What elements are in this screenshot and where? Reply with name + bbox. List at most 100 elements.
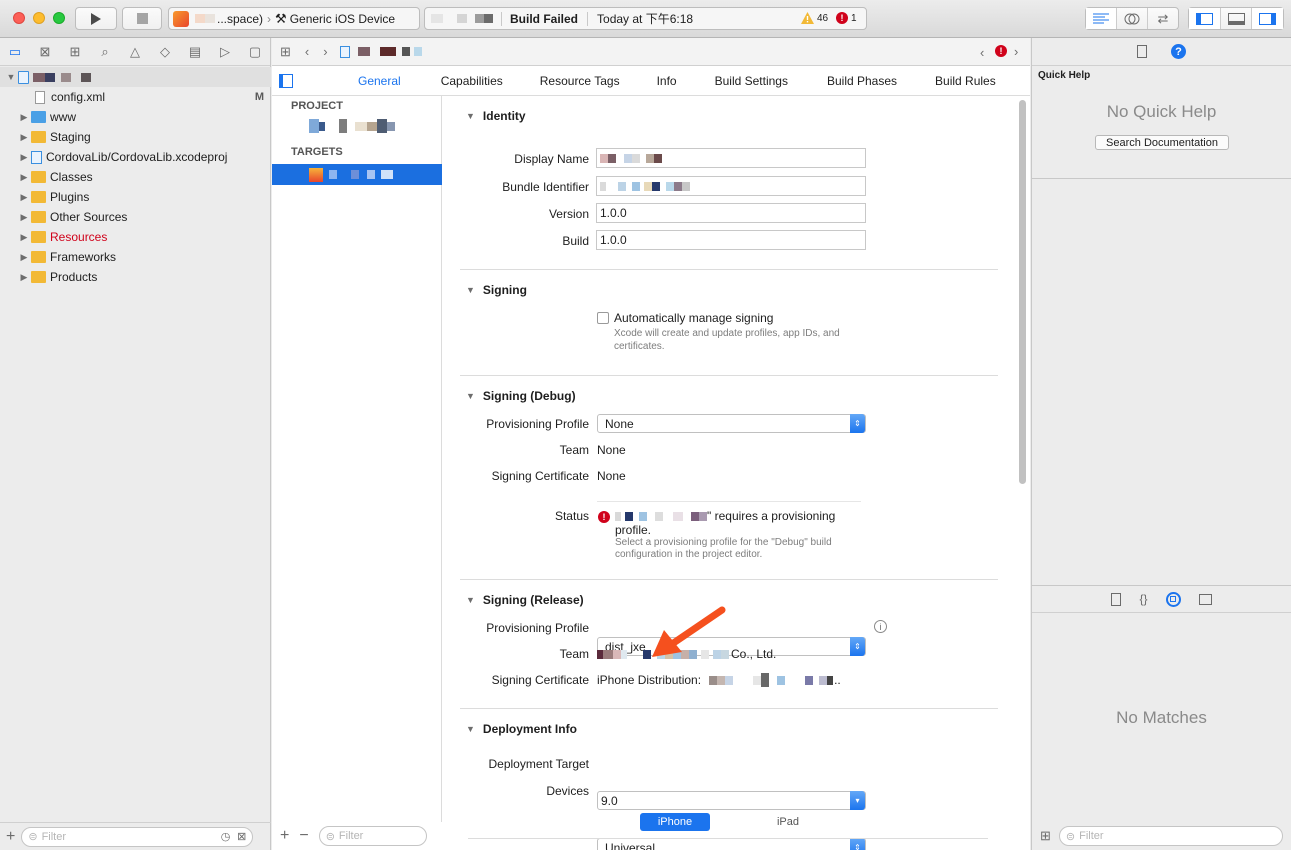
previous-issue-icon[interactable]: ‹ xyxy=(980,45,984,60)
next-issue-icon[interactable]: › xyxy=(1014,44,1018,59)
project-item[interactable] xyxy=(309,119,395,133)
breakpoint-icon[interactable]: ▷ xyxy=(210,38,240,66)
info-icon[interactable]: i xyxy=(874,620,887,633)
code-snippet-icon[interactable]: {} xyxy=(1139,592,1147,606)
sidebar-toggle-icon[interactable] xyxy=(279,73,293,88)
search-documentation-button[interactable]: Search Documentation xyxy=(1095,135,1229,150)
file-tree-item[interactable]: ▶ Staging xyxy=(0,127,271,147)
project-root-row[interactable]: ▼ xyxy=(0,67,271,87)
symbol-icon[interactable]: ⊞ xyxy=(60,38,90,66)
section-divider xyxy=(460,708,998,709)
disclosure-closed-icon[interactable]: ▶ xyxy=(19,112,29,123)
tab-build-rules[interactable]: Build Rules xyxy=(935,74,996,88)
help-icon[interactable]: ? xyxy=(1171,44,1186,59)
identity-section-header[interactable]: ▼ Identity xyxy=(466,109,526,123)
vertical-scrollbar[interactable] xyxy=(1019,100,1026,484)
file-tree-item[interactable]: ▶ Plugins xyxy=(0,187,271,207)
signing-section-header[interactable]: ▼ Signing xyxy=(466,283,527,297)
devices-popup[interactable]: Universal ⇕ xyxy=(597,838,866,850)
version-editor-button[interactable]: ⇄ xyxy=(1148,8,1178,29)
object-library-icon[interactable] xyxy=(1165,591,1181,607)
zoom-window-button[interactable] xyxy=(53,12,65,24)
deployment-target-combo[interactable]: 9.0 ▾ xyxy=(597,791,866,810)
grid-view-icon[interactable]: ⊞ xyxy=(1040,828,1051,844)
stop-button[interactable] xyxy=(122,7,162,30)
debug-icon[interactable]: ▤ xyxy=(180,38,210,66)
section-divider xyxy=(460,579,998,580)
file-tree-item[interactable]: ▶ Classes xyxy=(0,167,271,187)
file-template-icon[interactable] xyxy=(1111,592,1122,606)
assistant-editor-button[interactable] xyxy=(1117,8,1148,29)
disclosure-closed-icon[interactable]: ▶ xyxy=(19,132,29,143)
deployment-section-header[interactable]: ▼ Deployment Info xyxy=(466,722,577,736)
tab-general[interactable]: General xyxy=(358,74,401,88)
issue-icon[interactable]: △ xyxy=(120,38,150,66)
file-tree-item[interactable]: ▶ Frameworks xyxy=(0,247,271,267)
search-icon[interactable]: ⌕ xyxy=(90,38,120,66)
disclosure-closed-icon[interactable]: ▶ xyxy=(19,252,29,263)
bundle-id-field[interactable] xyxy=(596,176,866,196)
minimize-window-button[interactable] xyxy=(33,12,45,24)
scm-filter-icon[interactable]: ⊠ xyxy=(237,830,246,843)
error-icon[interactable]: ! xyxy=(995,45,1007,57)
file-tree-label: CordovaLib/CordovaLib.xcodeproj xyxy=(46,150,228,164)
standard-editor-button[interactable] xyxy=(1086,8,1117,29)
file-inspector-icon[interactable] xyxy=(1137,45,1147,58)
toggle-debug-area-button[interactable] xyxy=(1221,8,1253,29)
file-tree-item[interactable]: ▶ CordovaLib/CordovaLib.xcodeproj xyxy=(0,147,271,167)
disclosure-closed-icon[interactable]: ▶ xyxy=(19,272,29,283)
forward-icon[interactable]: › xyxy=(323,44,327,59)
remove-target-icon[interactable]: − xyxy=(299,827,308,845)
back-icon[interactable]: ‹ xyxy=(305,44,309,59)
navigator-filter-bar: + ⊜ Filter ◷ ⊠ xyxy=(0,822,271,850)
media-library-icon[interactable] xyxy=(1198,593,1212,605)
tab-build-phases[interactable]: Build Phases xyxy=(827,74,897,88)
devices-label: Devices xyxy=(546,784,589,798)
version-field[interactable]: 1.0.0 xyxy=(596,203,866,223)
warnings-badge[interactable]: 46 xyxy=(801,12,828,24)
iphone-segment[interactable]: iPhone xyxy=(640,813,710,831)
disclosure-closed-icon[interactable]: ▶ xyxy=(19,152,29,163)
popup-chevron-icon: ⇕ xyxy=(850,838,865,850)
file-tree-item[interactable]: ▶ www xyxy=(0,107,271,127)
scheme-selector[interactable]: ...space) › ⚒ Generic iOS Device xyxy=(168,7,420,30)
debug-profile-popup[interactable]: None ⇕ xyxy=(597,414,866,433)
test-icon[interactable]: ◇ xyxy=(150,38,180,66)
add-target-icon[interactable]: + xyxy=(280,827,289,845)
build-field[interactable]: 1.0.0 xyxy=(596,230,866,250)
signing-release-section-header[interactable]: ▼ Signing (Release) xyxy=(466,593,584,607)
report-icon[interactable]: ▢ xyxy=(240,38,270,66)
tab-build-settings[interactable]: Build Settings xyxy=(715,74,788,88)
disclosure-closed-icon[interactable]: ▶ xyxy=(19,192,29,203)
file-tree-item[interactable]: ▶ Other Sources xyxy=(0,207,271,227)
toggle-utilities-button[interactable] xyxy=(1252,8,1284,29)
file-tree-item[interactable]: config.xml M xyxy=(0,87,271,107)
tab-info[interactable]: Info xyxy=(657,74,677,88)
clock-icon[interactable]: ◷ xyxy=(221,830,231,843)
signing-debug-section-header[interactable]: ▼ Signing (Debug) xyxy=(466,389,576,403)
tab-capabilities[interactable]: Capabilities xyxy=(441,74,503,88)
file-tree-item[interactable]: ▶ Resources xyxy=(0,227,271,247)
file-tree-label: www xyxy=(50,110,76,124)
source-control-icon[interactable]: ⊠ xyxy=(30,38,60,66)
auto-signing-checkbox[interactable] xyxy=(597,312,609,324)
navigator-filter-input[interactable]: ⊜ Filter ◷ ⊠ xyxy=(21,826,254,847)
disclosure-closed-icon[interactable]: ▶ xyxy=(19,232,29,243)
tab-resource-tags[interactable]: Resource Tags xyxy=(540,74,620,88)
add-icon[interactable]: + xyxy=(6,828,15,846)
errors-badge[interactable]: ! 1 xyxy=(836,12,857,24)
close-window-button[interactable] xyxy=(13,12,25,24)
related-items-icon[interactable]: ⊞ xyxy=(280,44,291,60)
file-tree-item[interactable]: ▶ Products xyxy=(0,267,271,287)
toggle-navigator-button[interactable] xyxy=(1189,8,1221,29)
folder-icon[interactable]: ▭ xyxy=(0,38,30,66)
disclosure-closed-icon[interactable]: ▶ xyxy=(19,212,29,223)
disclosure-closed-icon[interactable]: ▶ xyxy=(19,172,29,183)
auto-signing-label[interactable]: Automatically manage signing xyxy=(614,311,773,325)
target-item-selected[interactable] xyxy=(272,164,442,185)
display-name-field[interactable] xyxy=(596,148,866,168)
run-button[interactable] xyxy=(75,7,117,30)
library-filter-input[interactable]: ⊜ Filter xyxy=(1058,826,1283,846)
targets-filter-input[interactable]: ⊜ Filter xyxy=(318,826,427,846)
ipad-segment[interactable]: iPad xyxy=(753,813,823,831)
